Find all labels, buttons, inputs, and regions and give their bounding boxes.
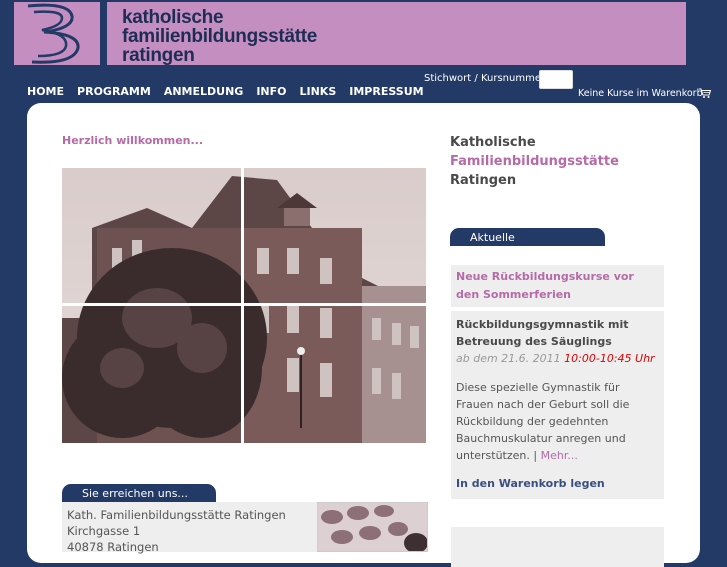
course-date-prefix: ab dem 21.6. 2011 (456, 352, 561, 365)
logo-mark (27, 3, 80, 64)
course-teaser: Rückbildungsgymnastik mit Betreuung des … (451, 311, 664, 499)
welcome-heading: Herzlich willkommen... (62, 134, 204, 147)
add-to-cart-link[interactable]: In den Warenkorb legen (456, 475, 660, 492)
contact-tab: Sie erreichen uns... (62, 484, 216, 502)
brand-name: katholische familienbildungsstätte ratin… (122, 8, 317, 65)
nav-links[interactable]: LINKS (300, 85, 337, 98)
building-photo (62, 168, 426, 443)
nav-info[interactable]: INFO (256, 85, 286, 98)
institution-title-line-1: Katholische (450, 135, 536, 150)
nav-home[interactable]: HOME (27, 85, 64, 98)
nav-anmeldung[interactable]: ANMELDUNG (164, 85, 244, 98)
nav-programm[interactable]: PROGRAMM (77, 85, 151, 98)
brand-line-2: familienbildungsstätte (122, 26, 318, 47)
address-line-1: Kath. Familienbildungsstätte Ratingen (67, 508, 286, 522)
news-heading[interactable]: Neue Rückbildungskurse vor den Sommerfer… (451, 265, 664, 307)
institution-title-line-3: Ratingen (450, 173, 517, 188)
course-description: Diese spezielle Gymnastik für Frauen nac… (456, 379, 660, 464)
logo[interactable] (14, 2, 100, 65)
institution-title: Katholische Familienbildungsstätte Ratin… (450, 133, 619, 190)
content-panel: Herzlich willkommen... Sie erreichen uns… (27, 103, 700, 567)
institution-title-line-2: Familienbildungsstätte (450, 154, 619, 169)
brand-line-3: ratingen (122, 45, 195, 66)
course-title[interactable]: Rückbildungsgymnastik mit Betreuung des … (456, 316, 660, 350)
search-label: Stichwort / Kursnummer: (424, 73, 549, 84)
course-time: 10:00-10:45 Uhr (564, 352, 655, 365)
cart-status[interactable]: Keine Kurse im Warenkorb (578, 88, 703, 99)
header-banner: katholische familienbildungsstätte ratin… (107, 2, 686, 65)
address-line-3: 40878 Ratingen (67, 540, 159, 554)
contact-tab-label: Sie erreichen uns... (82, 487, 188, 500)
info-tab-label: Aktuelle Informationen... (470, 231, 558, 263)
cart-icon[interactable] (699, 88, 711, 99)
search-input[interactable] (539, 70, 573, 89)
course-date: ab dem 21.6. 2011 10:00-10:45 Uhr (456, 350, 660, 367)
nav-impressum[interactable]: IMPRESSUM (349, 85, 423, 98)
info-tab: Aktuelle Informationen... (450, 228, 605, 263)
address-line-2: Kirchgasse 1 (67, 524, 141, 538)
brand-line-1: katholische (122, 7, 224, 28)
main-nav: HOME PROGRAMM ANMELDUNG INFO LINKS IMPRE… (27, 85, 437, 98)
news-box-next (451, 527, 664, 567)
more-link[interactable]: Mehr... (541, 449, 578, 462)
